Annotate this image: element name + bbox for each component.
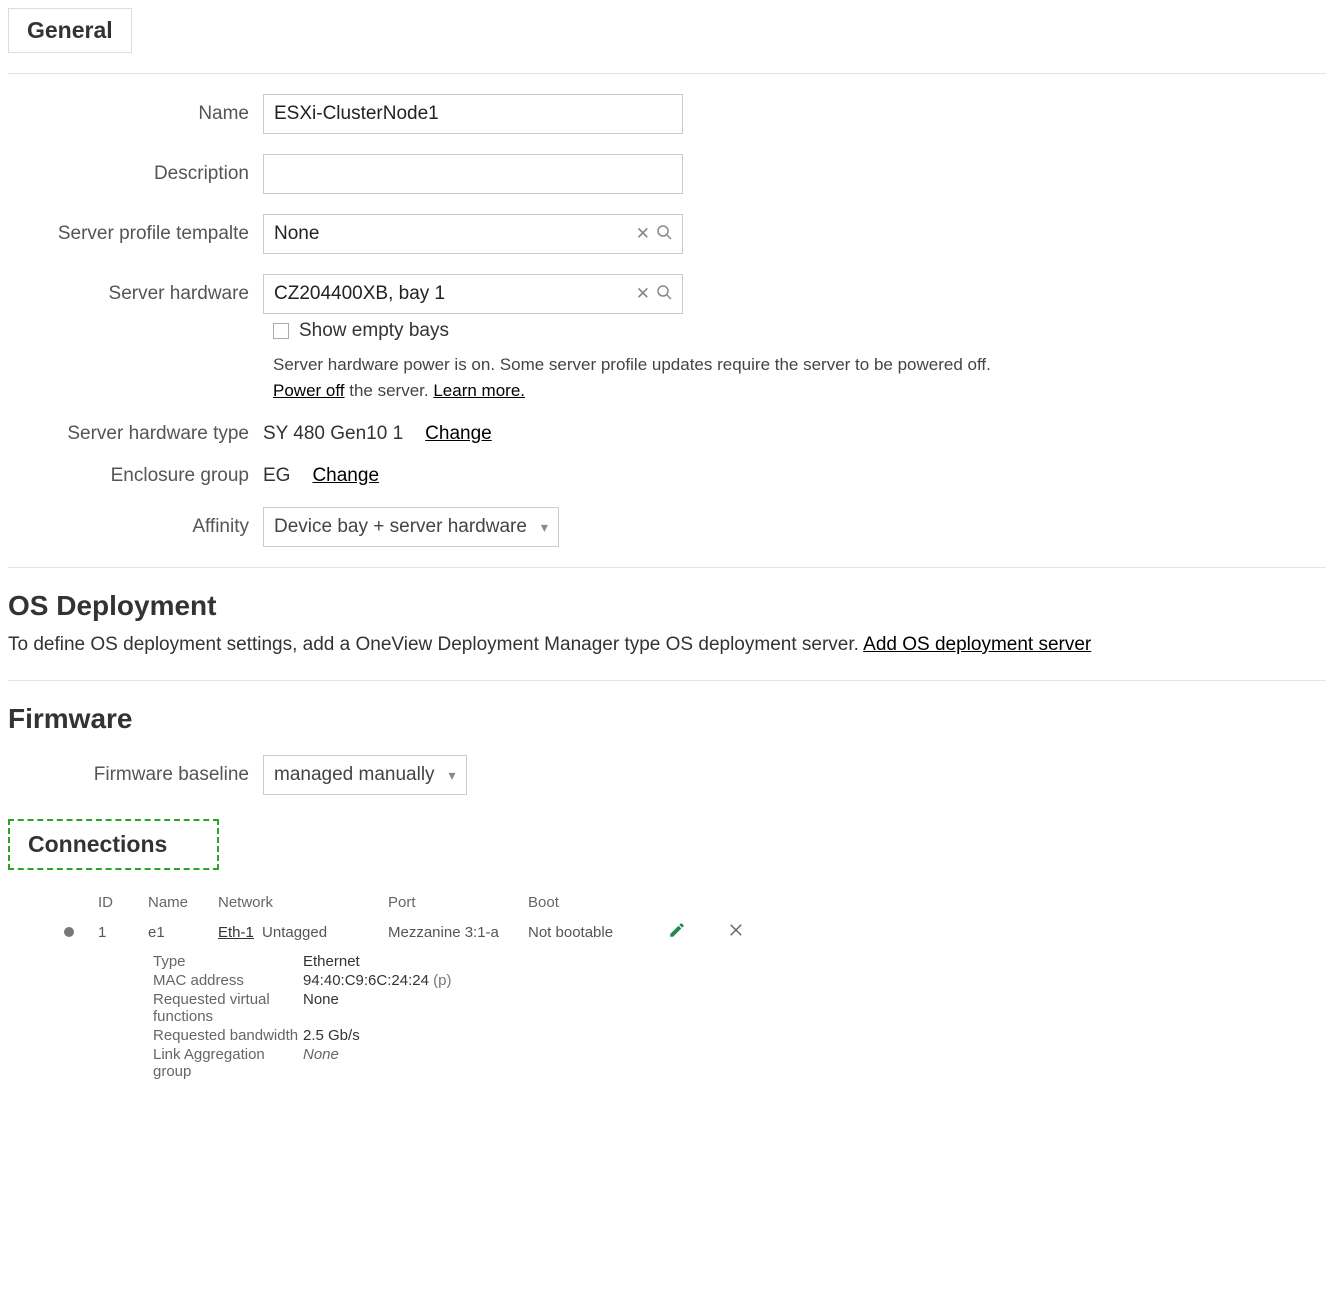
chevron-down-icon: ▾ bbox=[449, 767, 456, 784]
edit-connection-button[interactable] bbox=[668, 921, 728, 943]
divider bbox=[8, 73, 1326, 74]
divider bbox=[8, 567, 1326, 568]
col-network: Network bbox=[218, 894, 388, 911]
power-note-text-1: Server hardware power is on. Some server… bbox=[273, 355, 991, 374]
template-value: None bbox=[274, 223, 636, 245]
col-port: Port bbox=[388, 894, 528, 911]
clear-icon[interactable]: ✕ bbox=[636, 224, 650, 244]
search-icon[interactable] bbox=[656, 224, 672, 245]
hardware-type-value: SY 480 Gen10 1 bbox=[263, 423, 403, 445]
template-label: Server profile tempalte bbox=[8, 223, 263, 245]
clear-icon[interactable]: ✕ bbox=[636, 284, 650, 304]
power-off-link[interactable]: Power off bbox=[273, 381, 345, 400]
description-label: Description bbox=[8, 163, 263, 185]
col-name: Name bbox=[148, 894, 218, 911]
enclosure-group-label: Enclosure group bbox=[8, 465, 263, 487]
section-header-general: General bbox=[8, 8, 132, 53]
show-empty-bays-label: Show empty bays bbox=[299, 320, 449, 342]
detail-lag-label: Link Aggregation group bbox=[153, 1046, 303, 1080]
search-icon[interactable] bbox=[656, 284, 672, 305]
affinity-select[interactable]: Device bay + server hardware ▾ bbox=[263, 507, 559, 547]
change-enclosure-group-link[interactable]: Change bbox=[312, 465, 379, 487]
detail-type-value: Ethernet bbox=[303, 953, 360, 970]
name-input-value: ESXi-ClusterNode1 bbox=[274, 103, 672, 125]
power-note-text-2: the server. bbox=[345, 381, 434, 400]
connection-detail: Type Ethernet MAC address 94:40:C9:6C:24… bbox=[153, 953, 958, 1080]
hardware-label: Server hardware bbox=[8, 283, 263, 305]
description-input[interactable] bbox=[263, 154, 683, 194]
detail-mac-suffix: (p) bbox=[433, 972, 451, 989]
status-dot-icon bbox=[64, 927, 74, 937]
os-note-text: To define OS deployment settings, add a … bbox=[8, 634, 863, 655]
chevron-down-icon: ▾ bbox=[541, 519, 548, 536]
connection-port: Mezzanine 3:1-a bbox=[388, 924, 528, 941]
firmware-baseline-select[interactable]: managed manually ▾ bbox=[263, 755, 467, 795]
connection-name: e1 bbox=[148, 924, 218, 941]
detail-type-label: Type bbox=[153, 953, 303, 970]
section-header-firmware: Firmware bbox=[8, 703, 1326, 735]
add-os-deployment-server-link[interactable]: Add OS deployment server bbox=[863, 634, 1091, 655]
affinity-label: Affinity bbox=[8, 516, 263, 538]
connection-network-link[interactable]: Eth-1 bbox=[218, 924, 254, 941]
detail-bw-label: Requested bandwidth bbox=[153, 1027, 303, 1044]
detail-vf-value: None bbox=[303, 991, 339, 1025]
firmware-baseline-label: Firmware baseline bbox=[8, 764, 263, 786]
name-input[interactable]: ESXi-ClusterNode1 bbox=[263, 94, 683, 134]
connection-row[interactable]: 1 e1 Eth-1 Untagged Mezzanine 3:1-a Not … bbox=[58, 921, 958, 943]
detail-mac-value: 94:40:C9:6C:24:24 bbox=[303, 972, 429, 989]
connections-table-header: ID Name Network Port Boot bbox=[58, 894, 958, 911]
hardware-type-label: Server hardware type bbox=[8, 423, 263, 445]
connection-boot: Not bootable bbox=[528, 924, 668, 941]
hardware-value: CZ204400XB, bay 1 bbox=[274, 283, 636, 305]
change-hardware-type-link[interactable]: Change bbox=[425, 423, 492, 445]
hardware-combobox[interactable]: CZ204400XB, bay 1 ✕ bbox=[263, 274, 683, 314]
connection-id: 1 bbox=[98, 924, 148, 941]
detail-bw-value: 2.5 Gb/s bbox=[303, 1027, 360, 1044]
detail-mac-label: MAC address bbox=[153, 972, 303, 989]
delete-connection-button[interactable] bbox=[728, 921, 768, 943]
template-combobox[interactable]: None ✕ bbox=[263, 214, 683, 254]
detail-lag-value: None bbox=[303, 1046, 339, 1080]
show-empty-bays-checkbox[interactable] bbox=[273, 323, 289, 339]
col-boot: Boot bbox=[528, 894, 668, 911]
divider bbox=[8, 680, 1326, 681]
detail-vf-label: Requested virtual functions bbox=[153, 991, 303, 1025]
firmware-baseline-value: managed manually bbox=[274, 764, 435, 786]
section-header-connections: Connections bbox=[8, 819, 219, 870]
col-id: ID bbox=[98, 894, 148, 911]
name-label: Name bbox=[8, 103, 263, 125]
affinity-value: Device bay + server hardware bbox=[274, 516, 527, 538]
learn-more-link[interactable]: Learn more. bbox=[433, 381, 525, 400]
enclosure-group-value: EG bbox=[263, 465, 290, 487]
section-header-os: OS Deployment bbox=[8, 590, 1326, 622]
connection-network-tag: Untagged bbox=[262, 924, 327, 941]
